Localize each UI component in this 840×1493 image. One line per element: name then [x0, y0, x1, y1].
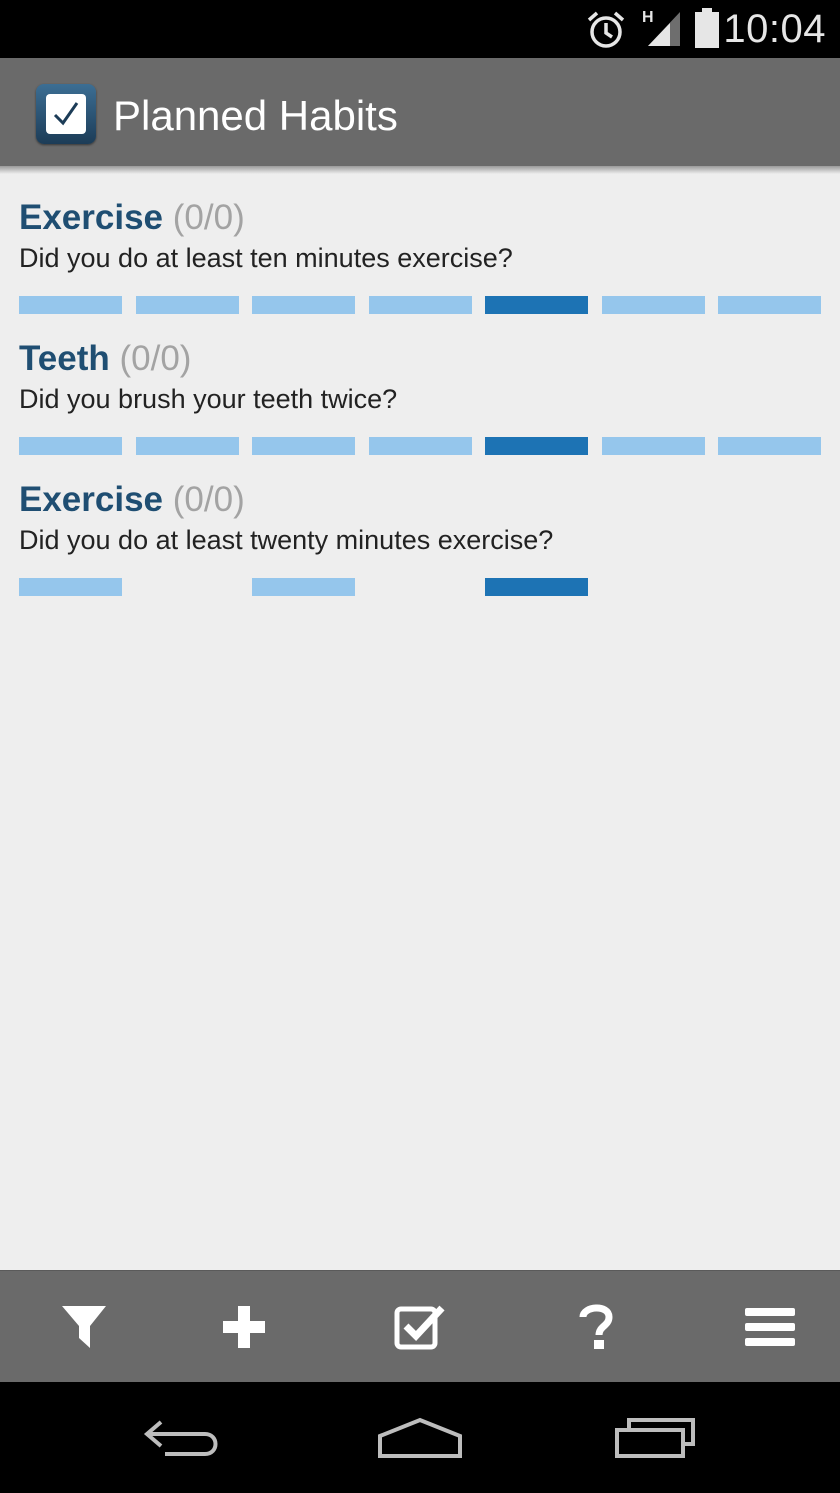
habit-item[interactable]: Teeth (0/0) Did you brush your teeth twi… [19, 337, 821, 457]
help-button[interactable] [512, 1271, 680, 1383]
add-habit-button[interactable] [160, 1271, 328, 1383]
habit-question: Did you brush your teeth twice? [19, 384, 398, 414]
menu-icon [745, 1308, 795, 1346]
habit-title: Exercise (0/0) [19, 478, 245, 522]
day-bar[interactable] [19, 578, 122, 596]
page-title: Planned Habits [113, 92, 398, 139]
day-bar-today[interactable] [485, 437, 588, 455]
back-icon [143, 1420, 218, 1456]
add-icon [223, 1306, 265, 1348]
navigation-bar [0, 1382, 840, 1493]
filter-icon [62, 1306, 106, 1348]
day-bars [19, 578, 821, 596]
back-button[interactable] [130, 1402, 240, 1472]
day-bar[interactable] [718, 296, 821, 314]
habit-name: Teeth [19, 339, 110, 378]
day-bar[interactable] [602, 437, 705, 455]
day-bar[interactable] [136, 296, 239, 314]
day-bar[interactable] [718, 437, 821, 455]
check-button[interactable] [336, 1271, 504, 1383]
checkbox-app-icon[interactable] [36, 84, 96, 144]
check-icon [394, 1305, 445, 1350]
habit-name: Exercise [19, 198, 164, 237]
day-bar[interactable] [19, 437, 122, 455]
recent-apps-icon [615, 1418, 695, 1458]
habit-item[interactable]: Exercise (0/0) Did you do at least ten m… [19, 196, 821, 316]
recent-apps-button[interactable] [600, 1402, 710, 1472]
home-button[interactable] [365, 1402, 475, 1472]
clock: 10:04 [723, 7, 826, 51]
alarm-icon [587, 11, 625, 48]
help-icon [579, 1304, 613, 1349]
checkmark-icon [53, 102, 79, 126]
home-icon [378, 1417, 462, 1458]
day-bars [19, 437, 821, 455]
bottom-toolbar [0, 1270, 840, 1383]
day-bars [19, 296, 821, 314]
habit-name: Exercise [19, 480, 164, 519]
battery-icon [695, 8, 719, 48]
day-bar[interactable] [19, 296, 122, 314]
habit-title: Teeth (0/0) [19, 337, 191, 381]
status-bar: H 10:04 [0, 0, 840, 58]
day-bar-today[interactable] [485, 578, 588, 596]
day-bar[interactable] [252, 437, 355, 455]
day-bar[interactable] [252, 296, 355, 314]
day-bar[interactable] [136, 437, 239, 455]
habit-count: (0/0) [172, 198, 245, 237]
day-bar[interactable] [602, 296, 705, 314]
menu-button[interactable] [686, 1271, 840, 1383]
habit-question: Did you do at least ten minutes exercise… [19, 243, 513, 273]
day-bar-today[interactable] [485, 296, 588, 314]
habit-item[interactable]: Exercise (0/0) Did you do at least twent… [19, 478, 821, 598]
habit-count: (0/0) [172, 480, 245, 519]
habit-count: (0/0) [119, 339, 192, 378]
habit-title: Exercise (0/0) [19, 196, 245, 240]
action-bar-shadow [0, 166, 840, 174]
habit-question: Did you do at least twenty minutes exerc… [19, 525, 554, 555]
day-bar[interactable] [369, 437, 472, 455]
day-bar[interactable] [252, 578, 355, 596]
signal-icon [648, 12, 680, 46]
day-bar[interactable] [369, 296, 472, 314]
filter-button[interactable] [0, 1271, 168, 1383]
